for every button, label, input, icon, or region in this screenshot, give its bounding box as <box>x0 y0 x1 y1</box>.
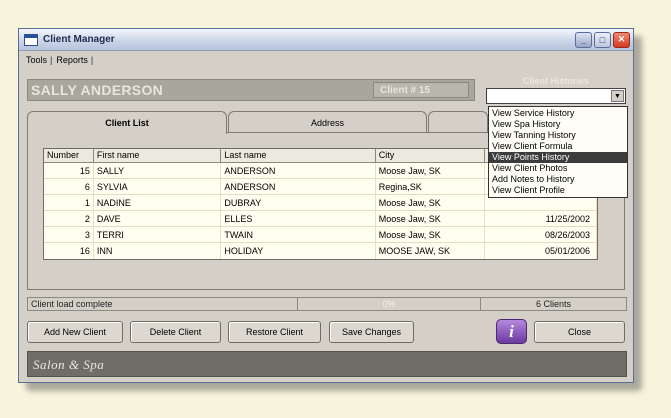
cell-city: Moose Jaw, SK <box>376 227 486 242</box>
cell-first-name: TERRI <box>94 227 222 242</box>
cell-city: Regina,SK <box>376 179 486 194</box>
delete-client-button[interactable]: Delete Client <box>130 321 221 343</box>
window-controls: _ □ ✕ <box>575 31 630 48</box>
client-header: SALLY ANDERSON Client # 15 <box>27 79 475 101</box>
status-message: Client load complete <box>28 298 298 310</box>
history-option[interactable]: View Service History <box>489 108 627 119</box>
close-window-button[interactable]: ✕ <box>613 31 630 48</box>
minimize-button[interactable]: _ <box>575 31 592 48</box>
table-row[interactable]: 2 DAVE ELLES Moose Jaw, SK 11/25/2002 <box>44 211 597 227</box>
history-option[interactable]: View Tanning History <box>489 130 627 141</box>
cell-first-name: NADINE <box>94 195 222 210</box>
restore-client-button[interactable]: Restore Client <box>228 321 321 343</box>
client-histories-select[interactable]: ▼ <box>486 88 626 104</box>
client-histories-dropdown: View Service History View Spa History Vi… <box>488 106 628 198</box>
column-number[interactable]: Number <box>44 149 94 162</box>
cell-date: 05/01/2006 <box>485 243 597 259</box>
menu-separator: | <box>90 54 94 65</box>
tab-address[interactable]: Address <box>228 111 427 133</box>
cell-last-name: ELLES <box>221 211 376 226</box>
app-window-icon <box>24 33 38 46</box>
cell-first-name: SYLVIA <box>94 179 222 194</box>
footer-banner: Salon & Spa <box>27 351 627 377</box>
menu-tools[interactable]: Tools <box>23 55 50 65</box>
history-option[interactable]: View Client Photos <box>489 163 627 174</box>
history-option[interactable]: Add Notes to History <box>489 174 627 185</box>
menu-bar: Tools | Reports | <box>19 51 633 68</box>
column-first-name[interactable]: First name <box>94 149 222 162</box>
column-last-name[interactable]: Last name <box>221 149 376 162</box>
cell-city: MOOSE JAW, SK <box>376 243 486 259</box>
cell-last-name: ANDERSON <box>221 163 376 178</box>
tab-hidden[interactable] <box>428 111 488 133</box>
close-button[interactable]: Close <box>534 321 625 343</box>
cell-city: Moose Jaw, SK <box>376 211 486 226</box>
cell-number: 6 <box>44 179 94 194</box>
title-bar[interactable]: Client Manager _ □ ✕ <box>19 29 633 51</box>
client-manager-window: Client Manager _ □ ✕ Tools | Reports | S… <box>18 28 634 383</box>
menu-reports[interactable]: Reports <box>53 55 91 65</box>
cell-last-name: ANDERSON <box>221 179 376 194</box>
cell-first-name: INN <box>94 243 222 259</box>
table-row[interactable]: 16 INN HOLIDAY MOOSE JAW, SK 05/01/2006 <box>44 243 597 259</box>
brand-logo-text: Salon & Spa <box>33 357 105 372</box>
cell-first-name: SALLY <box>94 163 222 178</box>
cell-date: 08/26/2003 <box>485 227 597 242</box>
maximize-button[interactable]: □ <box>594 31 611 48</box>
table-row[interactable]: 3 TERRI TWAIN Moose Jaw, SK 08/26/2003 <box>44 227 597 243</box>
info-icon[interactable]: i <box>496 319 527 344</box>
column-city[interactable]: City <box>376 149 486 162</box>
tab-client-list[interactable]: Client List <box>27 111 227 134</box>
cell-number: 16 <box>44 243 94 259</box>
client-histories-label: Client Histories <box>522 76 589 86</box>
cell-number: 15 <box>44 163 94 178</box>
cell-city: Moose Jaw, SK <box>376 163 486 178</box>
cell-number: 3 <box>44 227 94 242</box>
window-title: Client Manager <box>43 34 115 45</box>
history-option[interactable]: View Client Profile <box>489 185 627 196</box>
cell-last-name: HOLIDAY <box>221 243 376 259</box>
chevron-down-icon[interactable]: ▼ <box>611 90 624 102</box>
save-changes-button[interactable]: Save Changes <box>329 321 414 343</box>
history-option[interactable]: View Spa History <box>489 119 627 130</box>
cell-last-name: DUBRAY <box>221 195 376 210</box>
client-number: Client # 15 <box>373 82 469 98</box>
cell-city: Moose Jaw, SK <box>376 195 486 210</box>
status-progress: 0% <box>298 298 481 310</box>
client-name: SALLY ANDERSON <box>31 82 164 98</box>
cell-last-name: TWAIN <box>221 227 376 242</box>
cell-number: 2 <box>44 211 94 226</box>
history-option-selected[interactable]: View Points History <box>489 152 627 163</box>
status-bar: Client load complete 0% 6 Clients <box>27 297 627 311</box>
cell-number: 1 <box>44 195 94 210</box>
add-new-client-button[interactable]: Add New Client <box>27 321 123 343</box>
history-option[interactable]: View Client Formula <box>489 141 627 152</box>
cell-date: 11/25/2002 <box>485 211 597 226</box>
status-client-count: 6 Clients <box>535 299 571 309</box>
cell-first-name: DAVE <box>94 211 222 226</box>
